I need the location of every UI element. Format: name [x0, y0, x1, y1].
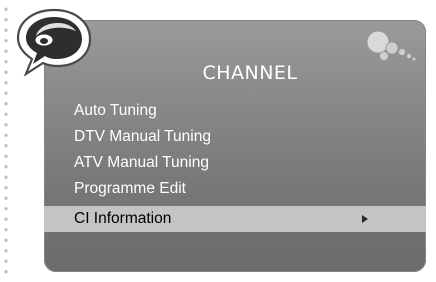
menu-item-dtv-manual-tuning[interactable]: DTV Manual Tuning — [44, 124, 426, 150]
menu-item-auto-tuning[interactable]: Auto Tuning — [44, 98, 426, 124]
menu-title: CHANNEL — [202, 62, 298, 84]
menu-item-label: ATV Manual Tuning — [74, 154, 209, 171]
menu-item-label: Auto Tuning — [74, 102, 157, 119]
menu-item-programme-edit[interactable]: Programme Edit — [44, 176, 426, 202]
screen: CHANNEL Auto Tuning DTV Manual Tuning AT… — [0, 0, 436, 282]
menu-item-label: Programme Edit — [74, 180, 186, 197]
speech-bubble-logo-icon — [16, 8, 92, 77]
menu-item-label: DTV Manual Tuning — [74, 128, 211, 145]
channel-menu-panel: CHANNEL Auto Tuning DTV Manual Tuning AT… — [44, 20, 426, 272]
menu-item-atv-manual-tuning[interactable]: ATV Manual Tuning — [44, 150, 426, 176]
dotted-margin — [3, 4, 9, 278]
menu-item-ci-information[interactable]: CI Information — [44, 206, 426, 232]
menu-item-label: CI Information — [74, 210, 172, 227]
arrow-right-icon — [362, 215, 368, 223]
menu-list: Auto Tuning DTV Manual Tuning ATV Manual… — [44, 98, 426, 232]
